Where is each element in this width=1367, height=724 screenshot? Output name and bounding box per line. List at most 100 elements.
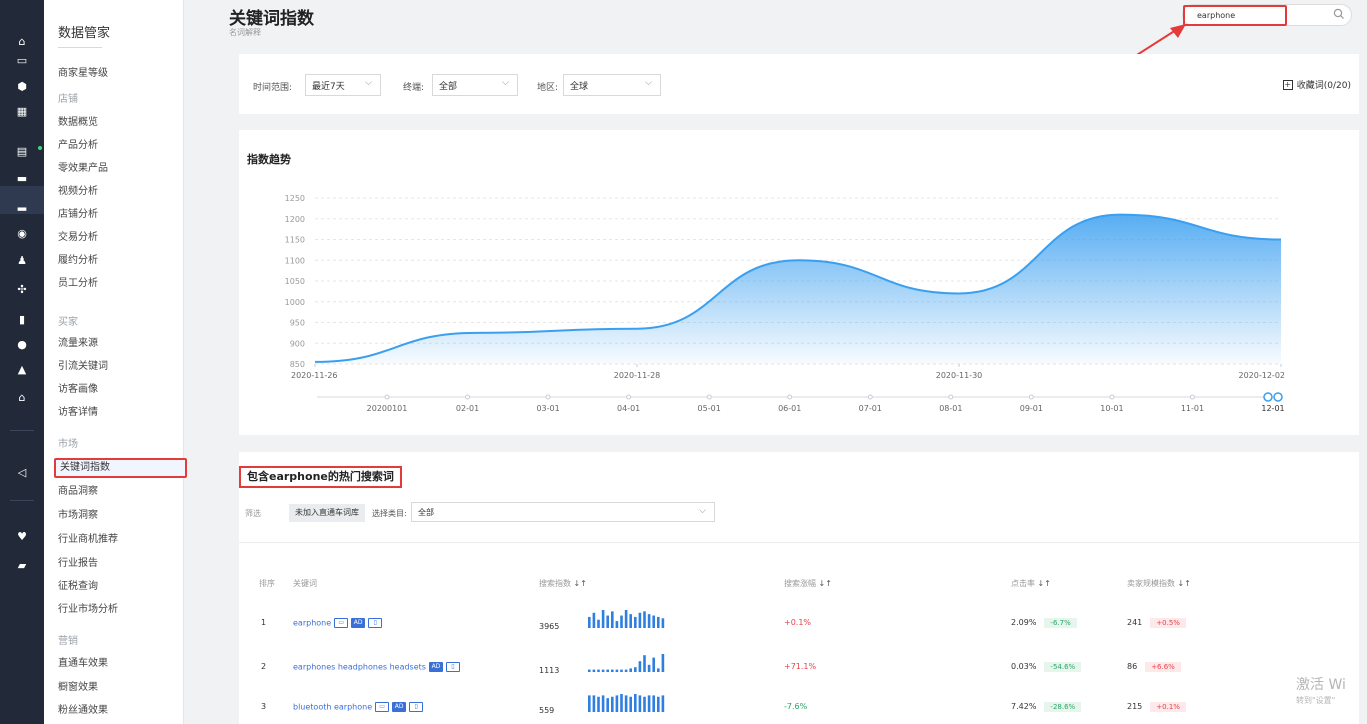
shield-icon[interactable]: ⬢ — [11, 78, 33, 94]
sparkline-bar — [597, 619, 600, 628]
nav-item[interactable]: 直通车效果 — [58, 657, 108, 671]
search-icon[interactable] — [1333, 8, 1347, 22]
nav-item[interactable]: 交易分析 — [58, 231, 98, 245]
column-header-label: 搜索指数 — [539, 579, 571, 588]
column-header-label: 点击率 — [1011, 579, 1035, 588]
ad-badge-icon: AD — [428, 662, 443, 672]
nav-item[interactable]: 数据概览 — [58, 116, 98, 130]
nav-item[interactable]: 市场洞察 — [58, 509, 98, 523]
main-content: 关键词指数 名词解释 时间范围: 最近7天 ⌵ 终端: 全部 ⌵ 地区: 全球 … — [185, 0, 1367, 724]
nav-item[interactable]: 视频分析 — [58, 185, 98, 199]
brand-title: 数据管家 — [58, 26, 111, 41]
ctr-value: 2.09% — [1011, 618, 1037, 627]
bag-icon[interactable]: ▰ — [11, 557, 33, 573]
keyword-link[interactable]: earphone — [293, 619, 331, 628]
keyword-search[interactable] — [1182, 4, 1352, 26]
glossary-link[interactable]: 名词解释 — [229, 27, 261, 38]
time-range-select[interactable]: 最近7天 ⌵ — [305, 74, 381, 96]
icon-rail: ⌂ ▭ ⬢ ▦ ▤ ▬ ▂ ◉ ♟ ✣ ▮ ● ▲ ⌂ ◁ ♥ ▰ — [0, 0, 44, 724]
favorite-icon: + — [1282, 79, 1293, 90]
nav-item[interactable]: 商家星等级 — [58, 67, 108, 81]
keyword-link[interactable]: bluetooth earphone — [293, 703, 372, 712]
bell-icon[interactable]: ▲ — [11, 361, 33, 377]
heart-icon[interactable]: ♥ — [11, 528, 33, 544]
nav-item[interactable]: 流量来源 — [58, 337, 98, 351]
not-in-p4p-filter-chip[interactable]: 未加入直通车词库 — [289, 504, 365, 522]
sparkline-bar — [652, 695, 655, 712]
desktop-icon: ▭ — [334, 618, 349, 628]
seller-change-badge: +0.5% — [1150, 618, 1186, 628]
nav-item[interactable]: 访客详情 — [58, 406, 98, 420]
nav-item[interactable]: 零效果产品 — [58, 162, 108, 176]
column-header[interactable]: 搜索涨幅 ↓↑ — [784, 578, 832, 589]
y-tick-label: 1150 — [285, 236, 305, 245]
category-select[interactable]: 全部 ⌵ — [411, 502, 715, 522]
nav-item[interactable]: 行业市场分析 — [58, 603, 118, 617]
nav-item[interactable]: 橱窗效果 — [58, 681, 98, 695]
sparkline-bar — [643, 696, 646, 712]
chevron-down-icon: ⌵ — [365, 78, 372, 88]
timeline-label: 07-01 — [859, 404, 882, 413]
sparkline-bar — [611, 669, 614, 672]
y-tick-label: 850 — [290, 360, 305, 369]
search-index-sparkline — [588, 610, 665, 628]
sort-icon[interactable]: ↓↑ — [571, 579, 587, 588]
home-icon[interactable]: ⌂ — [11, 33, 33, 49]
bank-icon[interactable]: ⌂ — [11, 389, 33, 405]
device-value: 全部 — [439, 82, 458, 92]
activation-watermark-hint: 转到"设置" — [1296, 696, 1336, 705]
sparkline-bar — [629, 614, 632, 628]
device-select[interactable]: 全部 ⌵ — [432, 74, 518, 96]
column-header[interactable]: 卖家规模指数 ↓↑ — [1127, 578, 1191, 589]
nav-item[interactable]: 行业商机推荐 — [58, 533, 118, 547]
sparkline-bar — [634, 694, 637, 712]
nav-item[interactable]: 商品洞察 — [58, 485, 98, 499]
nav-item[interactable]: 行业报告 — [58, 557, 98, 571]
column-header: 排序 — [259, 578, 275, 589]
column-header[interactable]: 搜索指数 ↓↑ — [539, 578, 587, 589]
sparkline-bar — [638, 612, 642, 628]
chat-icon[interactable]: ▬ — [11, 170, 33, 186]
activation-watermark: 激活 Wi — [1296, 677, 1346, 693]
grid-icon[interactable]: ▦ — [11, 103, 33, 119]
lightbulb-icon[interactable]: ◉ — [11, 225, 33, 241]
sort-icon[interactable]: ↓↑ — [1175, 579, 1191, 588]
nav-item[interactable]: 粉丝通效果 — [58, 704, 108, 718]
search-input[interactable] — [1197, 8, 1283, 22]
sparkline-bar — [657, 668, 660, 672]
nav-item[interactable]: 店铺分析 — [58, 208, 98, 222]
ctr-change-badge: -28.6% — [1044, 702, 1082, 712]
shop-icon[interactable]: ▭ — [11, 52, 33, 68]
column-header[interactable]: 点击率 ↓↑ — [1011, 578, 1051, 589]
sort-icon[interactable]: ↓↑ — [1035, 579, 1051, 588]
nav-item[interactable]: 产品分析 — [58, 139, 98, 153]
clipboard-icon[interactable]: ▮ — [11, 311, 33, 327]
y-tick-label: 1000 — [285, 298, 305, 307]
timeline-label: 04-01 — [617, 404, 640, 413]
nav-item[interactable]: 员工分析 — [58, 277, 98, 291]
nav-item[interactable]: 引流关键词 — [58, 360, 108, 374]
circle-icon[interactable]: ● — [11, 336, 33, 352]
keyword-link[interactable]: earphones headphones headsets — [293, 663, 426, 672]
store-icon[interactable]: ▤ — [11, 143, 33, 159]
trend-chart-card: 指数趋势 850 900 950 1000 1050 1100 1150 1200 1250 20… — [239, 130, 1359, 435]
region-select[interactable]: 全球 ⌵ — [563, 74, 661, 96]
nav-item[interactable]: 访客画像 — [58, 383, 98, 397]
send-icon[interactable]: ◁ — [11, 464, 33, 480]
table-row: 1 earphone ▭ AD ▯ 3965 +0.1% 2.09% -6.7% 241 +0.5% — [239, 608, 1359, 648]
ctr-value: 7.42% — [1011, 702, 1037, 711]
nav-item[interactable]: 征税查询 — [58, 580, 98, 594]
timeline-dot — [1028, 394, 1034, 400]
timeline-label: 02-01 — [456, 404, 479, 413]
sort-icon[interactable]: ↓↑ — [816, 579, 832, 588]
timeline-dot — [948, 394, 954, 400]
plus-minus-icon[interactable]: ✣ — [11, 281, 33, 297]
nav-item[interactable]: 关键词指数 — [54, 458, 187, 478]
sparkline-bar — [615, 621, 619, 628]
users-icon[interactable]: ♟ — [11, 252, 33, 268]
timeline-label: 03-01 — [536, 404, 559, 413]
y-tick-label: 1100 — [285, 256, 305, 265]
nav-item[interactable]: 履约分析 — [58, 254, 98, 268]
favorite-keywords-button[interactable]: + 收藏词(0/20) — [1282, 78, 1351, 91]
chart-icon[interactable]: ▂ — [11, 196, 33, 212]
